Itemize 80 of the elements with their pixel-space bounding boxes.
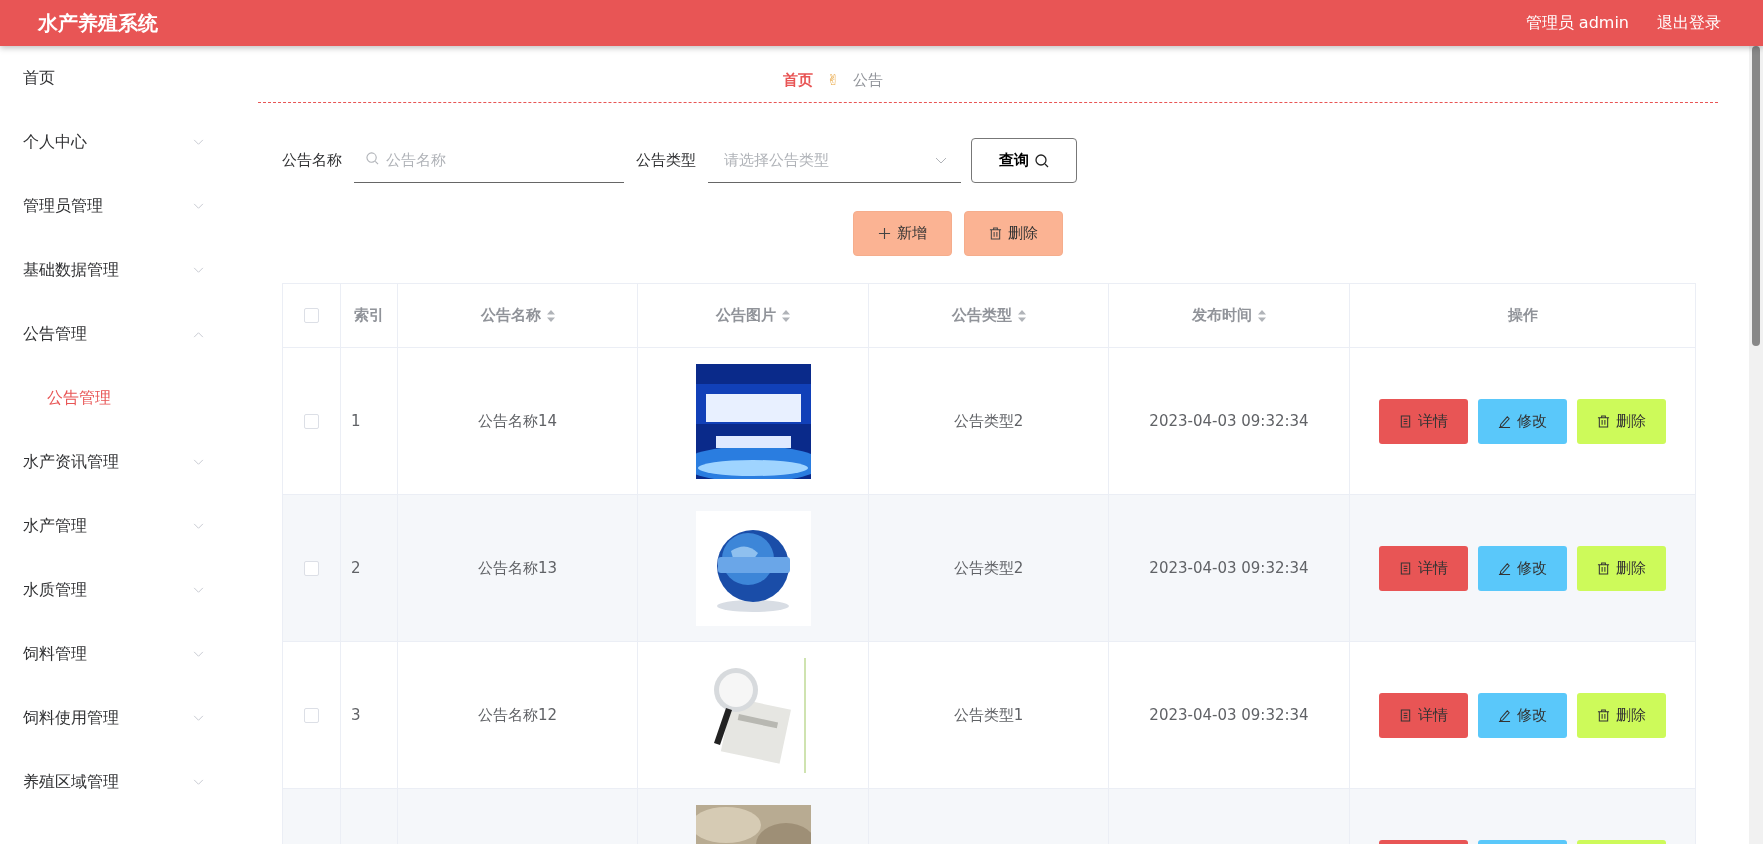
chevron-icon bbox=[193, 138, 204, 146]
pencil-icon bbox=[1498, 414, 1511, 428]
sidebar-item[interactable]: 养殖区域管理 bbox=[0, 750, 230, 814]
table-cell: 2 bbox=[351, 559, 361, 577]
chevron-icon bbox=[193, 714, 204, 722]
add-button[interactable]: 新增 bbox=[853, 211, 952, 256]
edit-button[interactable]: 修改 bbox=[1478, 398, 1567, 444]
document-icon bbox=[1399, 708, 1412, 722]
sort-icon[interactable] bbox=[546, 309, 555, 322]
sort-icon[interactable] bbox=[782, 309, 790, 322]
table-cell: 3 bbox=[351, 706, 361, 724]
chevron-icon bbox=[193, 586, 204, 594]
detail-button[interactable]: 详情 bbox=[1379, 692, 1468, 738]
field-label: 公告名称 bbox=[282, 151, 342, 170]
chevron-icon bbox=[193, 650, 204, 658]
table-cell: 公告名称13 bbox=[477, 558, 558, 578]
detail-button[interactable]: 详情 bbox=[1379, 398, 1468, 444]
search-icon bbox=[366, 152, 379, 165]
table-cell: 公告类型2 bbox=[953, 411, 1024, 431]
delete-button[interactable]: 删除 bbox=[1577, 398, 1666, 444]
trash-icon bbox=[989, 227, 1002, 240]
chevron-icon bbox=[193, 458, 204, 466]
delete-button[interactable]: 删除 bbox=[1577, 545, 1666, 591]
breadcrumb-item[interactable]: 首页 bbox=[782, 70, 813, 90]
trash-icon bbox=[1597, 561, 1610, 575]
sidebar-item[interactable]: 饲料使用管理 bbox=[0, 686, 230, 750]
field-label: 公告类型 bbox=[636, 151, 696, 170]
table-cell: 1 bbox=[351, 412, 361, 430]
edit-button[interactable]: 修改 bbox=[1478, 692, 1567, 738]
plus-icon bbox=[878, 227, 891, 240]
sidebar-item[interactable]: 管理员管理 bbox=[0, 174, 230, 238]
table-cell: 公告名称14 bbox=[477, 411, 558, 431]
document-icon bbox=[1399, 414, 1412, 428]
app-title: 水产养殖系统 bbox=[38, 9, 158, 37]
search-field[interactable]: 公告名称 bbox=[354, 138, 624, 183]
search-icon bbox=[1035, 153, 1049, 168]
pencil-icon bbox=[1498, 561, 1511, 575]
chevron-icon bbox=[935, 157, 947, 165]
sidebar-item[interactable]: 水产资讯管理 bbox=[0, 430, 230, 494]
detail-button[interactable]: 详情 bbox=[1379, 545, 1468, 591]
chevron-icon bbox=[193, 266, 204, 274]
column-header: 索引 bbox=[354, 306, 384, 325]
chevron-icon bbox=[193, 522, 204, 530]
sidebar-subitem[interactable]: 公告管理 bbox=[0, 366, 230, 430]
checkbox[interactable] bbox=[304, 413, 319, 429]
sidebar-item[interactable]: 基础数据管理 bbox=[0, 238, 230, 302]
sidebar-item[interactable]: 水质管理 bbox=[0, 558, 230, 622]
table-cell: 2023-04-03 09:32:34 bbox=[1149, 412, 1309, 430]
sidebar-item[interactable]: 水产管理 bbox=[0, 494, 230, 558]
logout-link[interactable]: 退出登录 bbox=[1657, 12, 1721, 34]
table-cell: 公告类型2 bbox=[953, 558, 1024, 578]
table-cell: 公告名称12 bbox=[477, 705, 558, 725]
document-icon bbox=[1399, 561, 1412, 575]
sort-icon[interactable] bbox=[1258, 309, 1266, 322]
trash-icon bbox=[1597, 708, 1610, 722]
delete-button[interactable]: 删除 bbox=[1577, 692, 1666, 738]
sidebar-item[interactable]: 首页 bbox=[0, 46, 230, 110]
chevron-icon bbox=[193, 202, 204, 210]
type-dropdown[interactable]: 请选择公告类型 bbox=[708, 138, 961, 183]
table-cell: 公告类型1 bbox=[953, 705, 1024, 725]
trash-icon bbox=[1597, 414, 1610, 428]
checkbox[interactable] bbox=[304, 707, 319, 723]
query-button[interactable]: 查询 bbox=[971, 138, 1077, 183]
chevron-icon bbox=[193, 330, 204, 338]
user-name: 管理员 admin bbox=[1525, 12, 1629, 34]
sidebar-item[interactable]: 饲料管理 bbox=[0, 622, 230, 686]
pencil-icon bbox=[1498, 708, 1511, 722]
table-cell: 2023-04-03 09:32:34 bbox=[1149, 706, 1309, 724]
sort-icon[interactable] bbox=[1017, 309, 1026, 322]
checkbox[interactable] bbox=[304, 308, 319, 323]
table-cell: 2023-04-03 09:32:34 bbox=[1149, 559, 1309, 577]
chevron-icon bbox=[193, 778, 204, 786]
checkbox[interactable] bbox=[304, 560, 319, 576]
column-header: 操作 bbox=[1507, 306, 1538, 325]
scrollbar[interactable] bbox=[1749, 46, 1763, 844]
delete-button[interactable]: 删除 bbox=[964, 211, 1063, 256]
sidebar-item[interactable]: 公告管理 bbox=[0, 302, 230, 366]
breadcrumb-separator: ✌ bbox=[826, 71, 840, 89]
sidebar-item[interactable]: 个人中心 bbox=[0, 110, 230, 174]
edit-button[interactable]: 修改 bbox=[1478, 545, 1567, 591]
